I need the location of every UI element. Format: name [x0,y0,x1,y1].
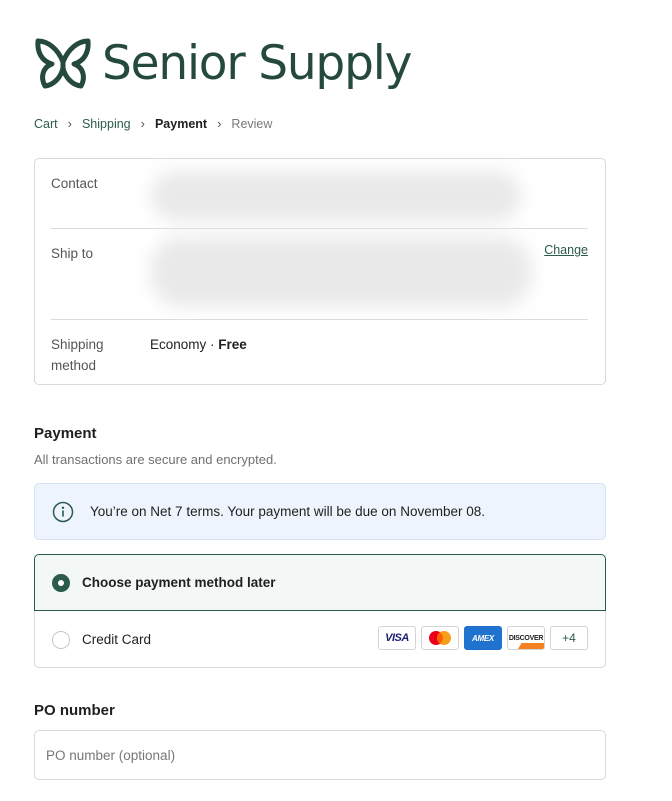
po-number-input[interactable] [34,730,606,780]
card-brands: VISA AMEX DISCOVER +4 [373,626,588,650]
redacted-contact [151,171,521,221]
chevron-right-icon: › [217,116,222,131]
change-address-link[interactable]: Change [544,243,588,257]
po-number-title: PO number [34,702,115,719]
more-cards-badge: +4 [550,626,588,650]
radio-selected[interactable] [52,573,70,592]
ship-to-label: Ship to [51,246,94,261]
breadcrumb-cart[interactable]: Cart [34,117,58,131]
brand-name: Senior Supply [102,36,412,91]
amex-icon: AMEX [464,626,502,650]
contact-row: Contact [51,159,588,229]
chevron-right-icon: › [140,116,145,131]
butterfly-icon [35,38,91,89]
ship-to-row: Ship to Change [51,229,588,320]
breadcrumb-payment: Payment [154,116,208,131]
shipping-method-name: Economy · [150,337,219,352]
info-icon [52,501,74,523]
radio-unselected[interactable] [52,630,70,649]
contact-label: Contact [51,176,98,191]
mastercard-icon [421,626,459,650]
net-terms-notice: You’re on Net 7 terms. Your payment will… [34,483,606,540]
discover-icon: DISCOVER [507,626,545,650]
payment-option-later[interactable]: Choose payment method later [34,554,606,611]
net-terms-text: You’re on Net 7 terms. Your payment will… [90,504,485,519]
payment-option-later-label: Choose payment method later [82,575,276,590]
shipping-method-value: Economy · Free [150,334,247,355]
breadcrumb: Cart › Shipping › Payment › Review [34,116,272,131]
payment-option-credit-card[interactable]: Credit Card VISA AMEX DISCOVER +4 [35,611,605,668]
breadcrumb-shipping[interactable]: Shipping [82,117,131,131]
breadcrumb-review: Review [231,116,273,131]
redacted-address [151,237,531,307]
chevron-right-icon: › [67,116,72,131]
payment-subtitle: All transactions are secure and encrypte… [34,452,277,467]
payment-method-group: Choose payment method later Credit Card … [34,554,606,668]
shipping-method-row: Shipping method Economy · Free [51,320,588,386]
visa-icon: VISA [378,626,416,650]
shipping-method-label: Shipping method [51,337,104,373]
payment-title: Payment [34,425,97,442]
credit-card-label: Credit Card [82,632,152,647]
order-review-box: Contact Ship to Change Shipping method E… [34,158,606,385]
shipping-price: Free [218,337,247,352]
brand-logo[interactable]: Senior Supply [34,34,412,94]
